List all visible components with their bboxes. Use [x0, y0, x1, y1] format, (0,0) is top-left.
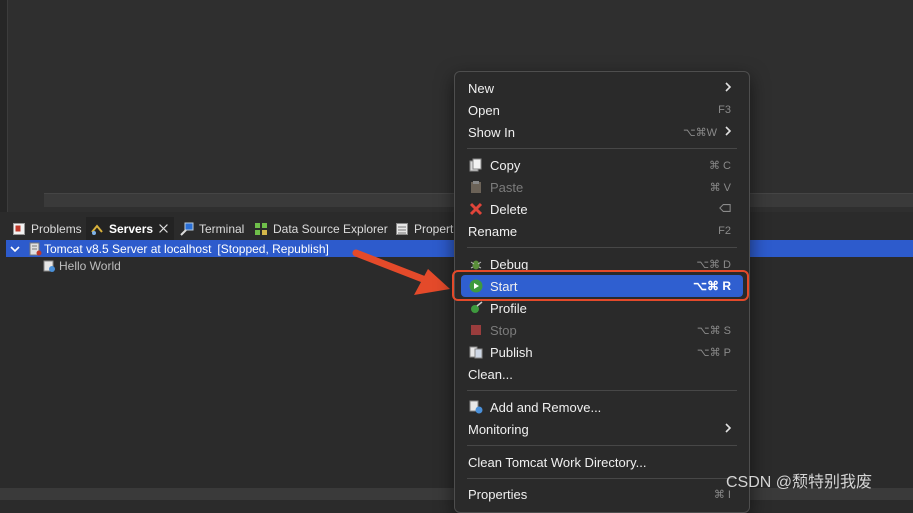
- chevron-down-icon[interactable]: [10, 244, 20, 254]
- menu-item-publish[interactable]: Publish ⌥⌘ P: [461, 341, 743, 363]
- problems-icon: [13, 222, 25, 235]
- servers-icon: [91, 223, 103, 235]
- menu-item-paste[interactable]: Paste ⌘ V: [461, 176, 743, 198]
- menu-item-copy-label: Copy: [490, 157, 521, 173]
- paste-icon: [471, 181, 481, 193]
- tab-servers[interactable]: Servers: [86, 217, 174, 240]
- menu-item-properties[interactable]: Properties ⌘ I: [461, 483, 743, 505]
- menu-item-add-and-remove-label: Add and Remove...: [490, 399, 602, 415]
- menu-item-debug-shortcut: ⌥⌘ D: [696, 258, 731, 271]
- stop-icon: [471, 325, 481, 335]
- menu-item-profile-label: Profile: [490, 300, 527, 316]
- copy-icon: [469, 158, 482, 172]
- menu-item-stop-shortcut: ⌥⌘ S: [696, 324, 731, 337]
- menu-item-properties-label: Properties: [468, 486, 528, 502]
- menu-item-rename-label: Rename: [468, 223, 518, 239]
- menu-separator: [467, 445, 737, 446]
- chevron-right-icon: [725, 423, 732, 433]
- server-icon: [29, 242, 42, 255]
- menu-item-copy-shortcut: ⌘ C: [709, 159, 731, 172]
- menu-item-delete-label: Delete: [490, 201, 528, 217]
- delete-key-icon: [719, 204, 731, 212]
- database-icon: [255, 222, 267, 235]
- menu-separator: [467, 390, 737, 391]
- menu-separator: [467, 247, 737, 248]
- menu-item-clean-label: Clean...: [468, 366, 513, 382]
- menu-item-monitoring-label: Monitoring: [468, 421, 529, 437]
- annotation-highlight-box: [452, 270, 749, 301]
- menu-item-clean-tomcat-work-directory[interactable]: Clean Tomcat Work Directory...: [461, 451, 743, 473]
- menu-item-show-in-label: Show In: [468, 124, 515, 140]
- menu-item-open-label: Open: [468, 102, 500, 118]
- menu-item-clean-tomcat-label: Clean Tomcat Work Directory...: [468, 454, 647, 470]
- menu-item-add-and-remove[interactable]: Add and Remove...: [461, 396, 743, 418]
- menu-item-rename-shortcut: F2: [718, 225, 731, 237]
- properties-icon: [396, 222, 408, 235]
- menu-separator: [467, 478, 737, 479]
- server-name: Tomcat v8.5 Server at localhost: [44, 241, 212, 256]
- tab-data-source-explorer-label: Data Source Explorer: [273, 221, 388, 236]
- debug-icon: [470, 260, 482, 270]
- left-edge: [0, 0, 8, 212]
- publish-icon: [469, 346, 483, 359]
- chevron-right-icon: [725, 82, 732, 92]
- menu-item-paste-shortcut: ⌘ V: [709, 181, 731, 194]
- delete-icon: [469, 202, 483, 216]
- tab-terminal[interactable]: Terminal: [176, 217, 248, 240]
- menu-item-paste-label: Paste: [490, 179, 524, 195]
- tree-row-hello-world[interactable]: Hello World: [42, 257, 121, 274]
- menu-item-open[interactable]: Open F3: [461, 99, 743, 121]
- menu-item-rename[interactable]: Rename F2: [461, 220, 743, 242]
- server-status: [Stopped, Republish]: [217, 241, 329, 256]
- menu-item-open-shortcut: F3: [718, 104, 731, 116]
- tab-properties-label: Propert: [414, 221, 454, 236]
- red-arrow-annotation: [352, 249, 450, 295]
- menu-item-copy[interactable]: Copy ⌘ C: [461, 154, 743, 176]
- chevron-right-icon: [725, 126, 732, 136]
- menu-item-monitoring[interactable]: Monitoring: [461, 418, 743, 440]
- menu-item-clean[interactable]: Clean...: [461, 363, 743, 385]
- terminal-icon: [180, 222, 194, 236]
- module-name: Hello World: [59, 258, 121, 273]
- tab-terminal-label: Terminal: [199, 221, 245, 236]
- watermark: CSDN @颓特别我废: [726, 474, 873, 491]
- close-icon[interactable]: [158, 223, 169, 234]
- menu-item-stop-label: Stop: [490, 322, 517, 338]
- tab-problems[interactable]: Problems: [8, 217, 86, 240]
- tab-data-source-explorer[interactable]: Data Source Explorer: [250, 217, 392, 240]
- menu-item-new-label: New: [468, 80, 495, 96]
- menu-item-publish-shortcut: ⌥⌘ P: [696, 346, 731, 359]
- menu-item-new[interactable]: New: [461, 77, 743, 99]
- menu-item-stop[interactable]: Stop ⌥⌘ S: [461, 319, 743, 341]
- menu-item-show-in-shortcut: ⌥⌘W: [682, 126, 717, 139]
- menu-item-delete[interactable]: Delete: [461, 198, 743, 220]
- tab-servers-label: Servers: [109, 221, 154, 236]
- menu-item-show-in[interactable]: Show In ⌥⌘W: [461, 121, 743, 143]
- menu-item-publish-label: Publish: [490, 344, 533, 360]
- web-module-icon: [43, 260, 55, 272]
- profile-icon: [471, 301, 483, 313]
- menu-separator: [467, 148, 737, 149]
- tab-problems-label: Problems: [31, 221, 82, 236]
- tab-properties[interactable]: Propert: [391, 217, 457, 240]
- add-remove-icon: [469, 400, 483, 414]
